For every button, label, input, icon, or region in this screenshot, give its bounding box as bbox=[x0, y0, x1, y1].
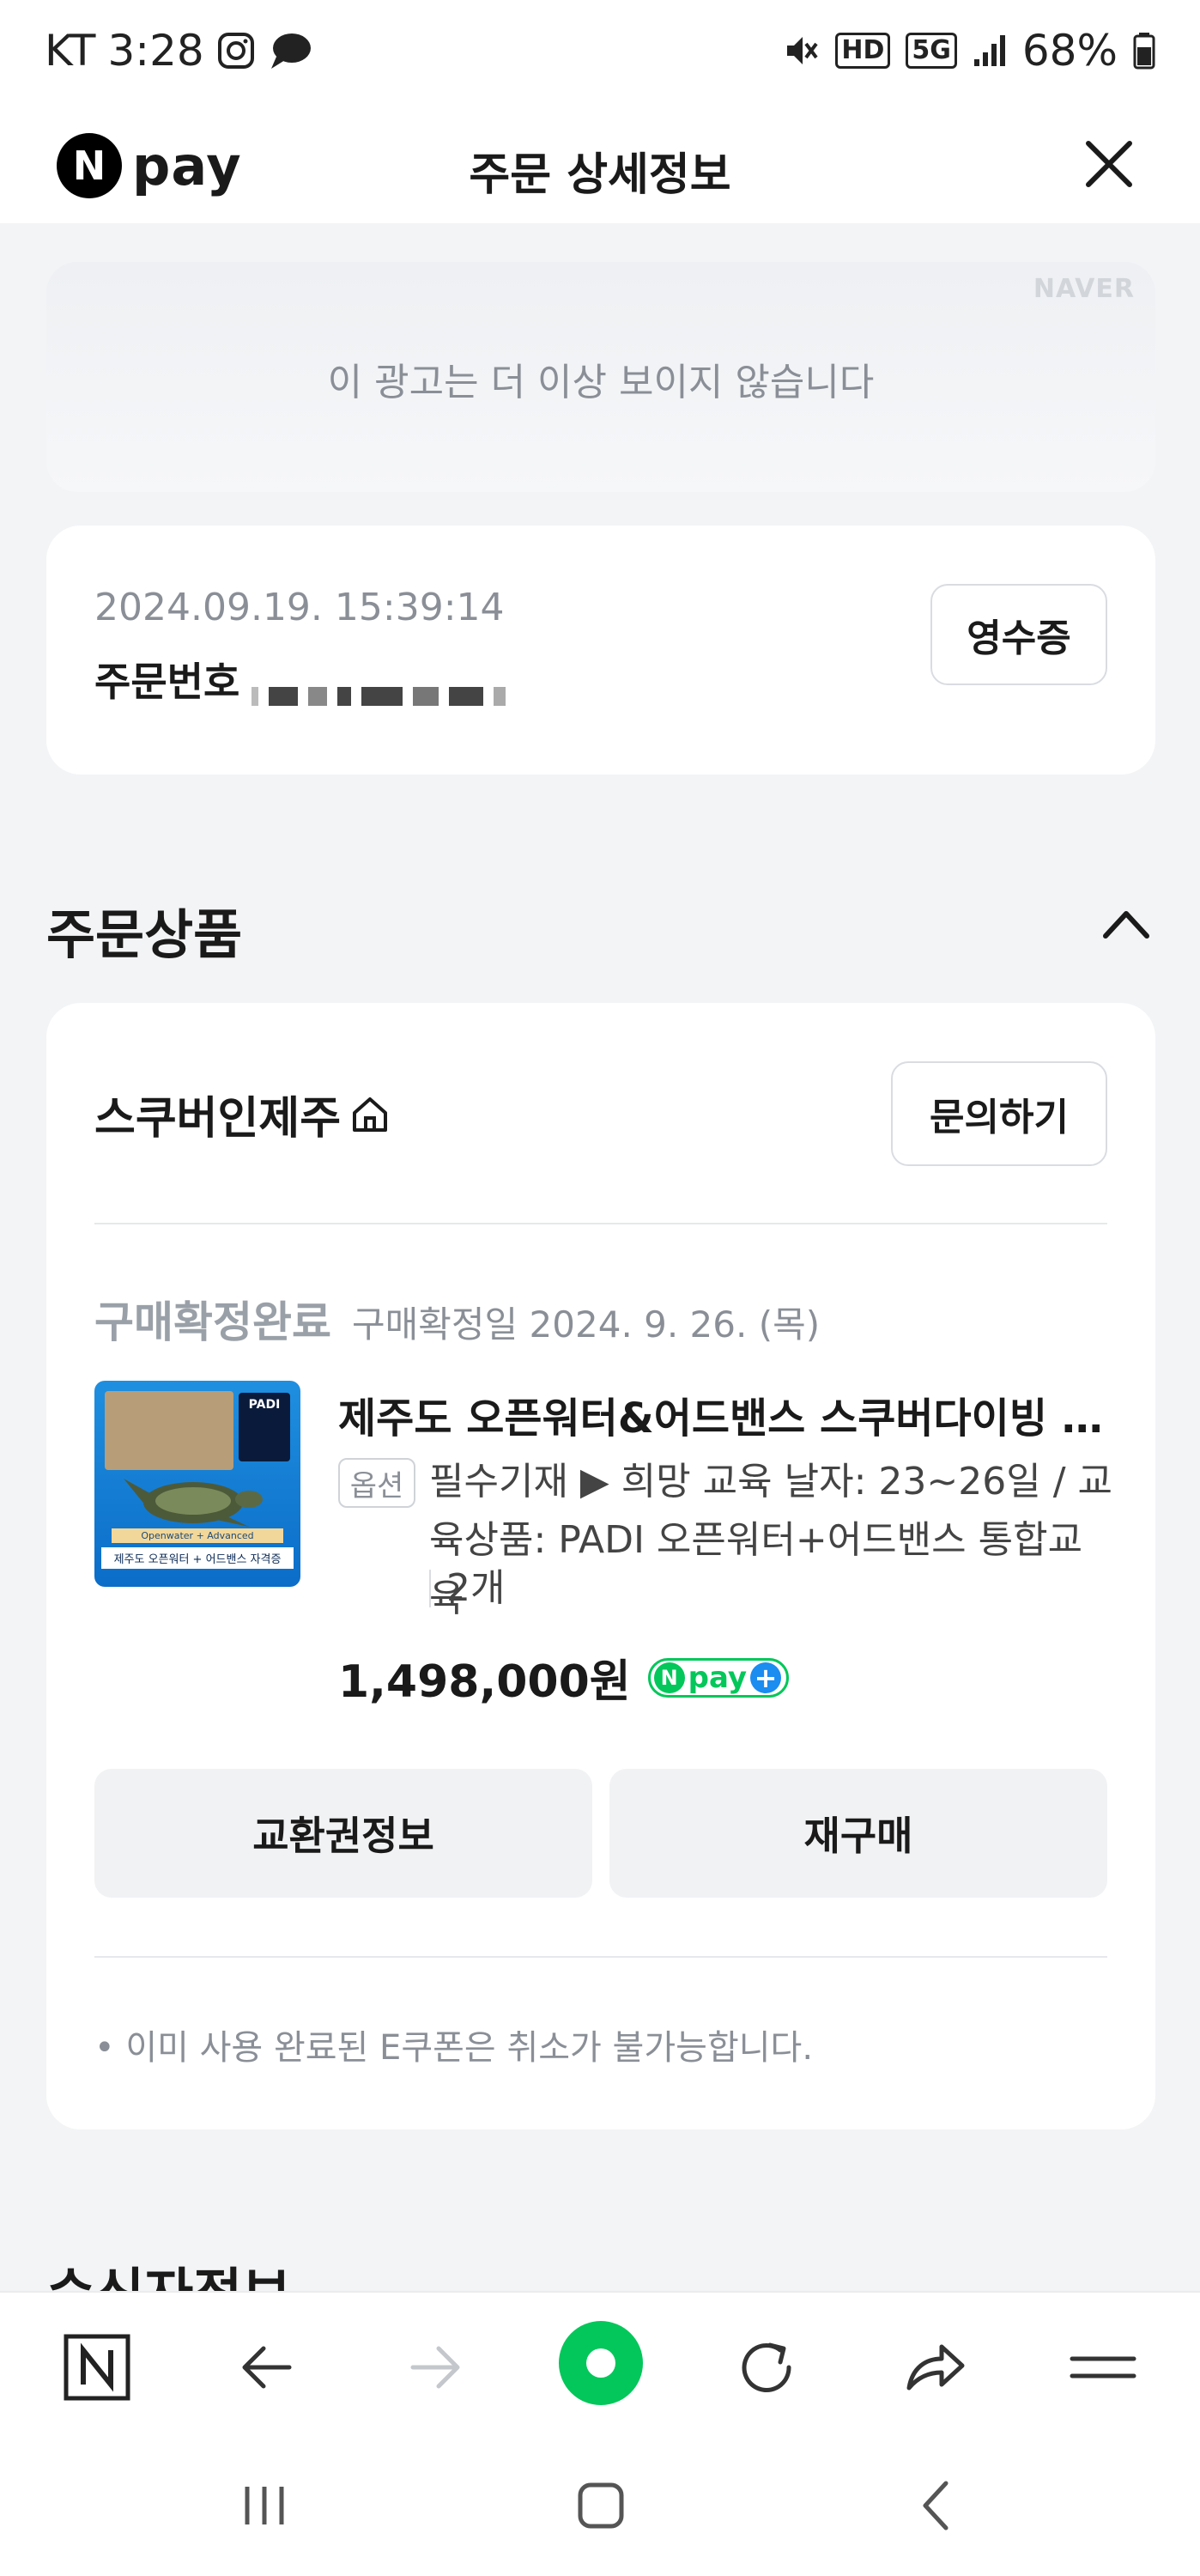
naver-home-button[interactable] bbox=[58, 2329, 136, 2406]
status-label: 구매확정완료 bbox=[94, 1297, 331, 1347]
npay-plus-label: pay bbox=[688, 1660, 748, 1695]
status-date: 구매확정일 2024. 9. 26. (목) bbox=[352, 1303, 821, 1346]
naver-n-icon bbox=[64, 2334, 130, 2401]
green-dot-icon bbox=[559, 2321, 643, 2405]
mute-icon bbox=[787, 37, 818, 64]
store-name-label: 스쿠버인제주 bbox=[94, 1093, 342, 1145]
menu-button[interactable] bbox=[1064, 2329, 1142, 2406]
npay-plus-badge: N pay + bbox=[647, 1657, 790, 1698]
instagram-icon bbox=[217, 33, 254, 69]
back-nav-icon[interactable] bbox=[903, 2471, 972, 2540]
app-header: N pay 주문 상세정보 bbox=[0, 107, 1200, 223]
chat-bubble-icon bbox=[270, 33, 311, 69]
status-left: KT 3:28 bbox=[45, 26, 312, 76]
thumb-card-image bbox=[105, 1391, 233, 1470]
refresh-button[interactable] bbox=[728, 2329, 805, 2406]
naver-ad-label: NAVER bbox=[1033, 274, 1135, 304]
signal-icon bbox=[973, 35, 1005, 66]
inquiry-button[interactable]: 문의하기 bbox=[891, 1061, 1107, 1166]
thumb-caption: 제주도 오픈워터 + 어드밴스 자격증 bbox=[101, 1547, 294, 1569]
back-button[interactable] bbox=[228, 2329, 306, 2406]
padi-logo: PADI bbox=[239, 1393, 290, 1461]
quantity: 2개 bbox=[429, 1570, 505, 1607]
arrow-right-icon bbox=[410, 2346, 460, 2389]
purchase-status: 구매확정완료 구매확정일 2024. 9. 26. (목) bbox=[94, 1288, 820, 1350]
thumb-subcaption: Openwater + Advanced bbox=[112, 1528, 283, 1543]
status-bar: KT 3:28 HD 5G 68% bbox=[0, 0, 1200, 107]
divider bbox=[94, 1956, 1107, 1958]
battery-icon bbox=[1133, 33, 1155, 70]
option-text: 필수기재 ▶ 희망 교육 날자: 23~26일 / 교육상품: PADI 오픈워… bbox=[429, 1460, 1112, 1620]
order-number-label: 주문번호 bbox=[94, 659, 240, 705]
order-number: 주문번호 bbox=[94, 651, 516, 708]
refresh-icon bbox=[742, 2342, 791, 2392]
rebuy-button[interactable]: 재구매 bbox=[609, 1769, 1107, 1898]
plus-icon: + bbox=[750, 1662, 782, 1694]
sea-turtle-image bbox=[124, 1479, 263, 1527]
carrier: KT bbox=[45, 26, 96, 76]
network-badge: 5G bbox=[906, 33, 957, 69]
price-row: 1,498,000원 N pay + bbox=[338, 1645, 790, 1710]
close-icon[interactable] bbox=[1078, 133, 1140, 195]
ad-hidden-message: 이 광고는 더 이상 보이지 않습니다 bbox=[327, 361, 875, 404]
forward-button[interactable] bbox=[397, 2329, 474, 2406]
hd-badge: HD bbox=[835, 33, 891, 69]
system-nav-bar bbox=[0, 2437, 1200, 2576]
divider bbox=[94, 1223, 1107, 1224]
product-name[interactable]: 제주도 오픈워터&어드밴스 스쿠버다이빙 자격증 bbox=[338, 1384, 1111, 1444]
order-datetime: 2024.09.19. 15:39:14 bbox=[94, 586, 505, 629]
ad-banner: NAVER 이 광고는 더 이상 보이지 않습니다 bbox=[46, 262, 1155, 492]
status-right: HD 5G 68% bbox=[782, 26, 1155, 76]
receipt-button[interactable]: 영수증 bbox=[930, 584, 1107, 685]
notice-message: 이미 사용 완료된 E쿠폰은 취소가 불가능합니다. bbox=[125, 2028, 814, 2068]
browser-toolbar bbox=[0, 2291, 1200, 2437]
recent-apps-icon[interactable] bbox=[230, 2471, 299, 2540]
store-home-icon bbox=[353, 1097, 388, 1132]
product-thumbnail[interactable]: PADI Openwater + Advanced 제주도 오픈워터 + 어드밴… bbox=[94, 1381, 300, 1587]
store-name[interactable]: 스쿠버인제주 bbox=[94, 1082, 391, 1146]
page-title: 주문 상세정보 bbox=[469, 149, 731, 201]
chevron-up-icon[interactable] bbox=[1100, 907, 1152, 941]
npay-n-icon: N bbox=[653, 1662, 685, 1693]
order-number-redacted bbox=[252, 670, 516, 706]
notice-text: • 이미 사용 완료된 E쿠폰은 취소가 불가능합니다. bbox=[94, 2028, 814, 2068]
share-button[interactable] bbox=[896, 2329, 973, 2406]
product-card: 스쿠버인제주 문의하기 구매확정완료 구매확정일 2024. 9. 26. (목… bbox=[46, 1003, 1155, 2129]
green-dot-button[interactable] bbox=[558, 2320, 644, 2406]
share-arrow-icon bbox=[906, 2344, 965, 2391]
price: 1,498,000원 bbox=[338, 1656, 631, 1708]
section-title-order-items: 주문상품 bbox=[46, 903, 243, 966]
arrow-left-icon bbox=[242, 2346, 292, 2389]
exchange-info-button[interactable]: 교환권정보 bbox=[94, 1769, 592, 1898]
clock: 3:28 bbox=[107, 26, 204, 76]
hamburger-menu-icon bbox=[1070, 2356, 1136, 2379]
home-icon[interactable] bbox=[567, 2471, 635, 2540]
option-badge: 옵션 bbox=[338, 1458, 415, 1508]
battery-percent: 68% bbox=[1021, 26, 1118, 76]
order-info-card: 2024.09.19. 15:39:14 주문번호 영수증 bbox=[46, 526, 1155, 775]
